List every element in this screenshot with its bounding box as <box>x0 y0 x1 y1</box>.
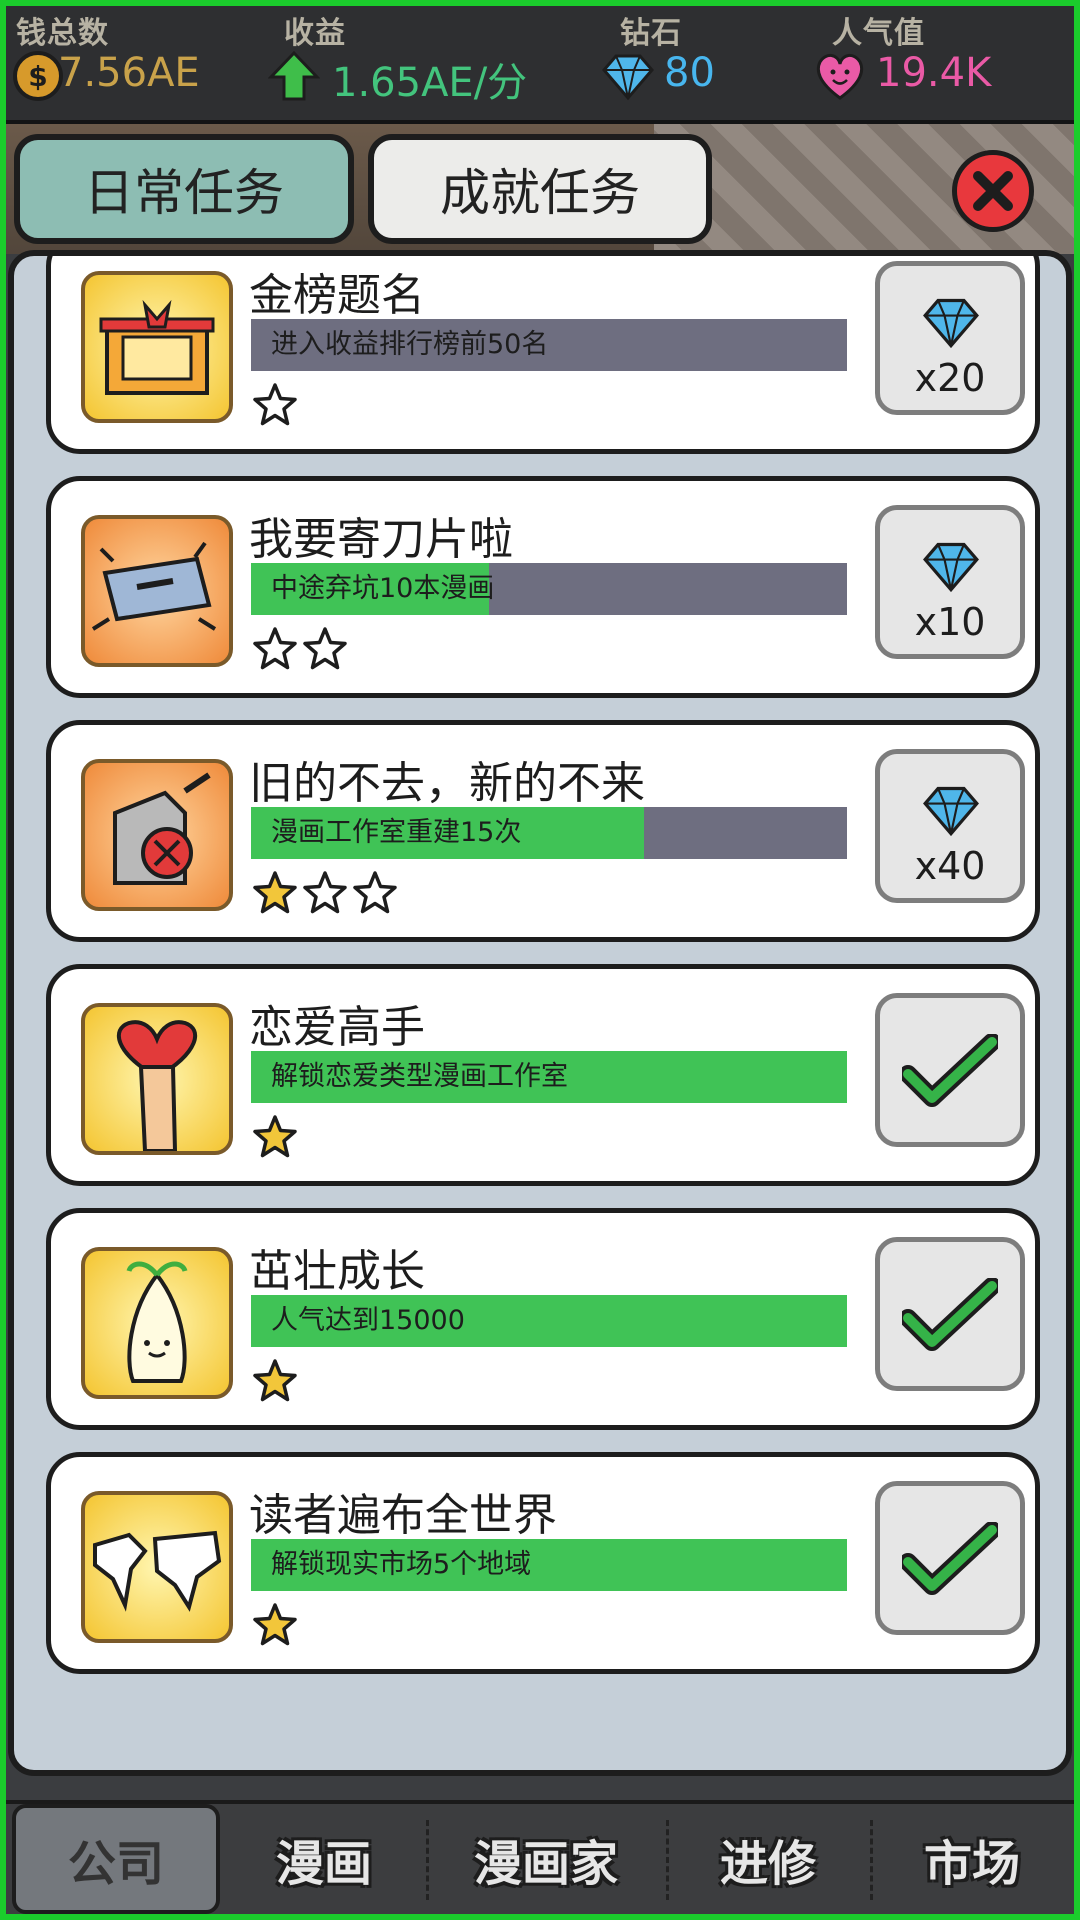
heart-icon <box>816 54 864 100</box>
diamond-icon <box>923 542 979 593</box>
task-title: 我要寄刀片啦 <box>249 514 513 565</box>
reward-button[interactable]: x10 <box>875 505 1025 659</box>
close-button[interactable] <box>952 150 1034 232</box>
nav-company[interactable]: 公司 <box>12 1804 220 1914</box>
task-description: 解锁恋爱类型漫画工作室 <box>271 1061 568 1092</box>
popularity-label: 人气值 <box>832 16 925 51</box>
stats-bar: 钱总数 $ 7.56AE 收益 1.65AE/分 钻石 80 人气值 19.4K <box>6 6 1074 124</box>
bottom-nav: 公司 漫画 漫画家 进修 市场 <box>6 1800 1074 1914</box>
reward-count: x20 <box>914 356 986 400</box>
money-value: 7.56AE <box>58 50 200 96</box>
check-icon <box>902 1278 998 1351</box>
tab-achievement-tasks[interactable]: 成就任务 <box>368 134 712 244</box>
arrow-up-icon <box>268 50 320 101</box>
task-stars <box>251 1113 299 1161</box>
task-progress-bar: 人气达到15000 <box>251 1295 847 1347</box>
task-stars <box>251 1601 299 1649</box>
task-stars <box>251 381 299 429</box>
close-icon <box>973 171 1013 211</box>
game-frame: 钱总数 $ 7.56AE 收益 1.65AE/分 钻石 80 人气值 19.4K… <box>6 6 1074 1914</box>
star-filled-icon <box>253 871 297 914</box>
star-filled-icon <box>253 1115 297 1158</box>
check-icon <box>902 1034 998 1107</box>
star-empty-icon <box>253 627 297 670</box>
nav-training[interactable]: 进修 <box>668 1804 868 1914</box>
nav-comics[interactable]: 漫画 <box>224 1804 424 1914</box>
task-progress-bar: 进入收益排行榜前50名 <box>251 319 847 371</box>
achievement-task-list: 金榜题名 进入收益排行榜前50名 x20 我要寄刀片啦 中途弃坑10本漫画 x1… <box>8 250 1072 1776</box>
star-empty-icon <box>253 383 297 426</box>
reward-button[interactable]: x40 <box>875 749 1025 903</box>
task-description: 人气达到15000 <box>271 1305 465 1336</box>
task-progress-bar: 解锁现实市场5个地域 <box>251 1539 847 1591</box>
task-title: 金榜题名 <box>249 270 425 321</box>
task-title: 旧的不去，新的不来 <box>249 758 645 809</box>
coin-icon: $ <box>13 51 63 101</box>
task-progress-bar: 漫画工作室重建15次 <box>251 807 847 859</box>
sprout-icon <box>81 1247 233 1399</box>
task-card: 我要寄刀片啦 中途弃坑10本漫画 x10 <box>46 476 1040 698</box>
income-label: 收益 <box>284 16 346 51</box>
claimed-button[interactable] <box>875 1481 1025 1635</box>
star-empty-icon <box>353 871 397 914</box>
reward-count: x40 <box>914 844 986 888</box>
task-description: 进入收益排行榜前50名 <box>271 329 549 360</box>
task-progress-bar: 解锁恋爱类型漫画工作室 <box>251 1051 847 1103</box>
star-empty-icon <box>303 627 347 670</box>
demolition-icon <box>81 759 233 911</box>
task-description: 中途弃坑10本漫画 <box>271 573 495 604</box>
heart-in-hand-icon <box>81 1003 233 1155</box>
task-description: 解锁现实市场5个地域 <box>271 1549 532 1580</box>
razor-blade-icon <box>81 515 233 667</box>
svg-text:$: $ <box>28 60 47 93</box>
ranking-banner-icon <box>81 271 233 423</box>
task-title: 茁壮成长 <box>249 1246 425 1297</box>
diamond-icon <box>923 298 979 349</box>
check-icon <box>902 1522 998 1595</box>
diamond-value: 80 <box>664 50 715 96</box>
money-label: 钱总数 <box>16 16 109 51</box>
tab-daily-tasks[interactable]: 日常任务 <box>14 134 354 244</box>
task-stars <box>251 1357 299 1405</box>
world-map-icon <box>81 1491 233 1643</box>
task-stars <box>251 869 399 917</box>
task-card: 读者遍布全世界 解锁现实市场5个地域 <box>46 1452 1040 1674</box>
diamond-icon <box>923 786 979 837</box>
diamond-label: 钻石 <box>620 16 682 51</box>
task-title: 恋爱高手 <box>249 1002 425 1053</box>
income-value: 1.65AE/分 <box>332 60 528 106</box>
task-title: 读者遍布全世界 <box>249 1490 557 1541</box>
nav-market[interactable]: 市场 <box>872 1804 1072 1914</box>
task-description: 漫画工作室重建15次 <box>271 817 522 848</box>
task-progress-bar: 中途弃坑10本漫画 <box>251 563 847 615</box>
task-card: 茁壮成长 人气达到15000 <box>46 1208 1040 1430</box>
popularity-value: 19.4K <box>876 50 992 96</box>
star-filled-icon <box>253 1359 297 1402</box>
task-card: 金榜题名 进入收益排行榜前50名 x20 <box>46 256 1040 454</box>
task-card: 恋爱高手 解锁恋爱类型漫画工作室 <box>46 964 1040 1186</box>
star-empty-icon <box>303 871 347 914</box>
claimed-button[interactable] <box>875 1237 1025 1391</box>
task-card: 旧的不去，新的不来 漫画工作室重建15次 x40 <box>46 720 1040 942</box>
task-stars <box>251 625 349 673</box>
nav-artists[interactable]: 漫画家 <box>428 1804 664 1914</box>
reward-button[interactable]: x20 <box>875 261 1025 415</box>
claimed-button[interactable] <box>875 993 1025 1147</box>
reward-count: x10 <box>914 600 986 644</box>
star-filled-icon <box>253 1603 297 1646</box>
diamond-icon <box>602 54 654 101</box>
